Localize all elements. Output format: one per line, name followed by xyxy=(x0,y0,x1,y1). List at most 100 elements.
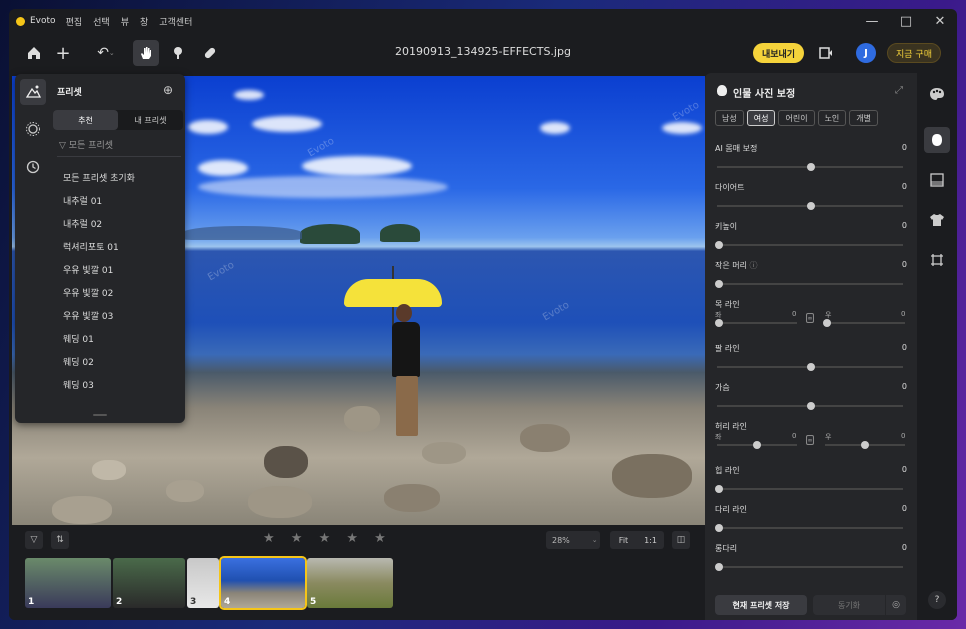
portrait-adjust-panel: 인물 사진 보정 ⤢ 남성 여성 어린이 노인 개별 AI 몸매 보정 0 다이… xyxy=(705,73,917,620)
history-icon[interactable] xyxy=(20,154,46,180)
panel-title: 인물 사진 보정 xyxy=(733,89,796,100)
add-preset-icon[interactable]: ⊕ xyxy=(163,83,173,97)
slider-waist-line: 허리 라인 좌 0 ∞ 우 0 xyxy=(715,421,907,451)
slider-knob-left[interactable] xyxy=(753,441,761,449)
maximize-icon[interactable]: □ xyxy=(889,9,923,33)
menu-select[interactable]: 선택 xyxy=(93,15,110,28)
app-name: Evoto xyxy=(30,16,56,26)
filter-icon[interactable]: ▽ xyxy=(25,531,43,549)
tab-female[interactable]: 여성 xyxy=(746,110,776,126)
tab-child[interactable]: 어린이 xyxy=(778,110,815,126)
slider-long-legs: 롱다리 0 xyxy=(715,543,907,571)
preset-panel: 프리셋 ⊕ 추천 내 프리셋 ▽ 모든 프리셋 모든 프리셋 초기화 내추럴 0… xyxy=(15,74,185,423)
body-icon xyxy=(717,85,727,96)
slider-knob[interactable] xyxy=(715,241,723,249)
close-icon[interactable]: ✕ xyxy=(923,9,957,33)
buy-now-button[interactable]: 지금 구매 xyxy=(887,43,941,63)
split-view-icon[interactable]: ◫ xyxy=(672,531,690,549)
preset-item[interactable]: 우유 빛깔 01 xyxy=(63,258,183,281)
preset-item[interactable]: 우유 빛깔 02 xyxy=(63,281,183,304)
tab-my-presets[interactable]: 내 프리셋 xyxy=(118,110,183,130)
thumbnail[interactable]: 3 xyxy=(187,558,219,608)
add-icon[interactable]: + xyxy=(50,40,76,66)
slider-knob[interactable] xyxy=(807,163,815,171)
sync-settings-icon[interactable]: ◎ xyxy=(886,595,906,615)
tab-senior[interactable]: 노인 xyxy=(817,110,847,126)
preset-item[interactable]: 우유 빛깔 03 xyxy=(63,304,183,327)
undo-icon[interactable]: ↶ ⌄ xyxy=(91,40,121,66)
preset-reset-all[interactable]: 모든 프리셋 초기화 xyxy=(63,166,183,189)
tab-individual[interactable]: 개별 xyxy=(849,110,879,126)
slider-knob[interactable] xyxy=(807,363,815,371)
slider-knob[interactable] xyxy=(715,485,723,493)
slider-knob-right[interactable] xyxy=(861,441,869,449)
preset-title: 프리셋 xyxy=(57,88,82,98)
compare-panel-icon[interactable] xyxy=(813,40,839,66)
minimize-icon[interactable]: — xyxy=(855,9,889,33)
expand-icon[interactable]: ⤢ xyxy=(895,85,903,96)
menu-view[interactable]: 뷰 xyxy=(121,15,129,28)
divider xyxy=(57,156,181,157)
filmstrip: 1 2 3 4 5 xyxy=(25,556,393,610)
preset-filter[interactable]: ▽ 모든 프리셋 xyxy=(59,138,113,151)
slider-knob-left[interactable] xyxy=(715,319,723,327)
slider-height: 키높이 0 xyxy=(715,221,907,249)
menu-support[interactable]: 고객센터 xyxy=(159,15,192,28)
link-icon[interactable]: ∞ xyxy=(806,313,814,323)
preset-item[interactable]: 웨딩 02 xyxy=(63,350,183,373)
yellow-umbrella xyxy=(344,279,442,307)
clothing-icon[interactable] xyxy=(924,207,950,233)
hand-tool-icon[interactable] xyxy=(133,40,159,66)
preset-item[interactable]: 내추럴 01 xyxy=(63,189,183,212)
app-window: Evoto 편집 선택 뷰 창 고객센터 — □ ✕ + ↶ ⌄ 20190913… xyxy=(9,9,957,620)
thumbnail[interactable]: 2 xyxy=(113,558,185,608)
link-icon[interactable]: ∞ xyxy=(806,435,814,445)
slider-knob-right[interactable] xyxy=(823,319,831,327)
preset-item[interactable]: 웨딩 03 xyxy=(63,373,183,396)
body-shape-icon[interactable] xyxy=(924,127,950,153)
preset-tabs: 추천 내 프리셋 xyxy=(53,110,183,130)
preset-item[interactable]: 럭셔리포토 01 xyxy=(63,235,183,258)
tab-male[interactable]: 남성 xyxy=(715,110,744,126)
user-avatar[interactable]: J xyxy=(856,43,876,63)
fit-button[interactable]: Fit xyxy=(610,531,637,549)
evoto-logo-icon xyxy=(16,16,25,26)
thumbnail[interactable]: 1 xyxy=(25,558,111,608)
right-sidebar: ? xyxy=(917,73,957,620)
tab-recommended[interactable]: 추천 xyxy=(53,110,118,130)
preset-item[interactable]: 웨딩 01 xyxy=(63,327,183,350)
thumbnail-selected[interactable]: 4 xyxy=(219,556,307,610)
title-bar: Evoto 편집 선택 뷰 창 고객센터 — □ ✕ xyxy=(9,9,957,33)
stamp-tool-icon[interactable] xyxy=(165,40,191,66)
one-to-one-button[interactable]: 1:1 xyxy=(637,531,664,549)
info-icon[interactable]: ⓘ xyxy=(750,261,758,270)
fit-controls: Fit 1:1 xyxy=(610,531,664,549)
crop-icon[interactable] xyxy=(924,247,950,273)
background-icon[interactable] xyxy=(924,167,950,193)
sync-button[interactable]: 동기화 xyxy=(813,595,885,615)
light-effect-icon[interactable] xyxy=(20,116,46,142)
save-preset-button[interactable]: 현재 프리셋 저장 xyxy=(715,595,807,615)
slider-knob[interactable] xyxy=(715,280,723,288)
preset-icon[interactable] xyxy=(20,79,46,105)
preset-list: 모든 프리셋 초기화 내추럴 01 내추럴 02 럭셔리포토 01 우유 빛깔 … xyxy=(63,166,183,396)
slider-knob[interactable] xyxy=(807,202,815,210)
slider-knob[interactable] xyxy=(715,563,723,571)
zoom-select[interactable]: 28% ⌄ xyxy=(546,531,600,549)
home-icon[interactable] xyxy=(21,40,47,66)
thumbnail[interactable]: 5 xyxy=(307,558,393,608)
slider-knob[interactable] xyxy=(807,402,815,410)
bandage-tool-icon[interactable] xyxy=(197,40,223,66)
menu-edit[interactable]: 편집 xyxy=(66,15,83,28)
preset-item[interactable]: 내추럴 02 xyxy=(63,212,183,235)
help-button[interactable]: ? xyxy=(928,591,946,609)
slider-leg-line: 다리 라인 0 xyxy=(715,504,907,532)
export-button[interactable]: 내보내기 xyxy=(753,43,804,63)
sort-icon[interactable]: ⇅ xyxy=(51,531,69,549)
rating-stars[interactable]: ★ ★ ★ ★ ★ xyxy=(263,531,392,546)
resize-grip[interactable] xyxy=(93,414,107,416)
menu-window[interactable]: 창 xyxy=(140,15,148,28)
palette-icon[interactable] xyxy=(924,81,950,107)
slider-knob[interactable] xyxy=(715,524,723,532)
filter-icon: ▽ xyxy=(59,141,69,151)
